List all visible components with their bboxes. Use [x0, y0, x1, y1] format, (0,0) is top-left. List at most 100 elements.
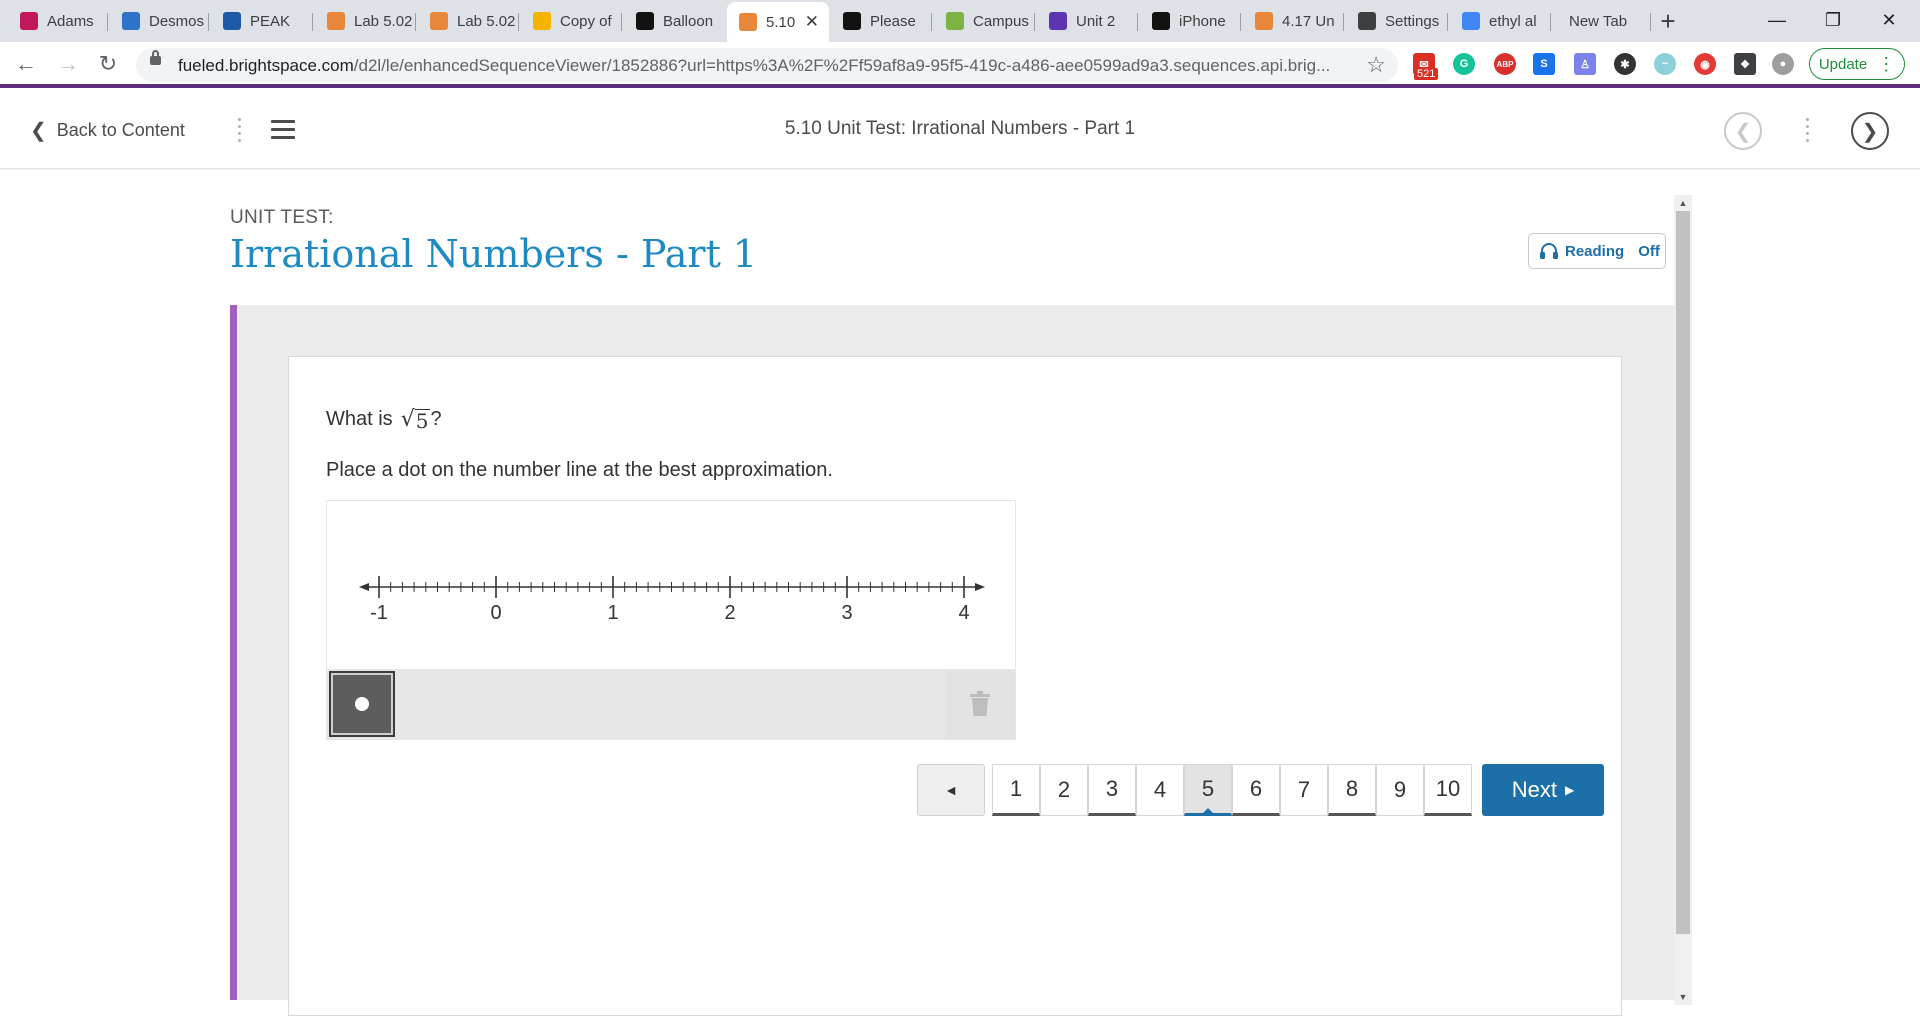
page-button[interactable]: 8	[1328, 764, 1376, 816]
divider-dots	[1804, 114, 1810, 146]
slides-icon	[533, 12, 551, 30]
page-button[interactable]: 3	[1088, 764, 1136, 816]
address-bar[interactable]: fueled.brightspace.com/d2l/le/enhancedSe…	[136, 48, 1398, 82]
tab-label: Balloon	[663, 12, 714, 30]
adblock-extension-icon[interactable]: ABP	[1494, 53, 1516, 75]
browser-tab[interactable]: Settings	[1346, 6, 1448, 36]
browser-tab[interactable]: New Tab	[1553, 6, 1651, 36]
browser-tab[interactable]: Campus	[934, 6, 1035, 36]
brainly-icon	[843, 12, 861, 30]
gear-icon	[1358, 12, 1376, 30]
question-text: What is √ 5 ?	[326, 407, 442, 432]
browser-tab[interactable]: Lab 5.02	[418, 6, 519, 36]
person-extension-icon[interactable]: ♙	[1574, 53, 1596, 75]
browser-toolbar: ← → ↻ fueled.brightspace.com/d2l/le/enha…	[0, 42, 1920, 88]
number-line-widget: -1 0 1 2 3 4	[326, 500, 1016, 740]
tab-label: Lab 5.02	[354, 12, 413, 30]
browser-tab[interactable]: Unit 2	[1037, 6, 1138, 36]
tab-separator	[931, 13, 932, 31]
color-extension-icon[interactable]: ◉	[1694, 53, 1716, 75]
page-button[interactable]: 1	[992, 764, 1040, 816]
browser-tab[interactable]: Lab 5.02	[315, 6, 416, 36]
browser-tab[interactable]: Copy of	[521, 6, 622, 36]
tab-label: Copy of	[560, 12, 612, 30]
bookmark-star-icon[interactable]: ☆	[1366, 52, 1386, 78]
phet-icon	[636, 12, 654, 30]
forward-arrow-icon[interactable]: →	[54, 50, 82, 78]
wave-extension-icon[interactable]: ~	[1654, 53, 1676, 75]
unit-label: UNIT TEST:	[230, 207, 334, 228]
tab-label: Settings	[1385, 12, 1440, 30]
page-button[interactable]: 2	[1040, 764, 1088, 816]
tab-label: Adams	[47, 12, 94, 30]
brightspace-icon	[1255, 12, 1273, 30]
bug-extension-icon[interactable]: ✱	[1614, 53, 1636, 75]
lms-navbar: ❮ Back to Content 5.10 Unit Test: Irrati…	[0, 92, 1920, 169]
tab-label: Desmos	[149, 12, 205, 30]
profile-avatar-icon[interactable]: ●	[1772, 53, 1794, 75]
list-icon	[1049, 12, 1067, 30]
tick-label: 3	[841, 602, 852, 624]
minimize-button[interactable]: —	[1754, 4, 1800, 36]
url-path: /d2l/le/enhancedSequenceViewer/1852886?u…	[353, 56, 1331, 75]
browser-tab[interactable]: ethyl al	[1450, 6, 1551, 36]
reading-toggle-button[interactable]: Reading Off	[1528, 233, 1666, 269]
new-tab-button[interactable]: +	[1654, 8, 1682, 36]
previous-page-button[interactable]: ◄	[917, 764, 985, 816]
tab-separator	[1650, 13, 1651, 31]
s-extension-icon[interactable]: S	[1533, 53, 1555, 75]
tab-label: Please	[870, 12, 916, 30]
browser-tab[interactable]: 4.17 Un	[1243, 6, 1344, 36]
puzzle-extensions-icon[interactable]: ❖	[1734, 53, 1756, 75]
reload-icon[interactable]: ↻	[94, 50, 122, 78]
update-label: Update	[1818, 55, 1868, 73]
lms-page-title: 5.10 Unit Test: Irrational Numbers - Par…	[784, 118, 1136, 139]
trash-icon[interactable]	[945, 669, 1015, 739]
browser-tab[interactable]: iPhone	[1140, 6, 1241, 36]
page-button[interactable]: 7	[1280, 764, 1328, 816]
brightspace-icon	[430, 12, 448, 30]
headphones-icon	[1540, 243, 1558, 259]
update-button[interactable]: Update ⋮	[1809, 48, 1905, 80]
browser-tab[interactable]: 5.10 ✕	[727, 2, 829, 42]
tick-label: 2	[724, 602, 735, 624]
page-button[interactable]: 5	[1184, 764, 1232, 816]
tab-label: ethyl al	[1489, 12, 1537, 30]
campus-icon	[946, 12, 964, 30]
tick-label: 4	[958, 602, 969, 624]
scroll-up-arrow-icon[interactable]: ▲	[1676, 196, 1690, 210]
page-button[interactable]: 6	[1232, 764, 1280, 816]
previous-topic-button[interactable]: ❮	[1724, 112, 1762, 150]
url-text[interactable]: fueled.brightspace.com/d2l/le/enhancedSe…	[178, 56, 1330, 76]
page-button[interactable]: 4	[1136, 764, 1184, 816]
next-topic-button[interactable]: ❯	[1851, 112, 1889, 150]
lock-icon	[150, 50, 161, 65]
square-root-expression: √ 5	[401, 407, 431, 432]
maximize-button[interactable]: ❐	[1810, 4, 1856, 36]
close-tab-icon[interactable]: ✕	[805, 12, 819, 32]
page-button[interactable]: 10	[1424, 764, 1472, 816]
browser-tab[interactable]: Balloon	[624, 6, 725, 36]
dot-tool-button[interactable]	[329, 671, 395, 737]
browser-tab[interactable]: Adams	[8, 6, 108, 36]
fe-icon	[223, 12, 241, 30]
grammarly-extension-icon[interactable]: G	[1453, 53, 1475, 75]
tab-label: Campus	[973, 12, 1029, 30]
browser-tab[interactable]: Please	[831, 6, 932, 36]
browser-tab[interactable]: Desmos	[110, 6, 209, 36]
scroll-down-arrow-icon[interactable]: ▼	[1676, 990, 1690, 1004]
brightspace-icon	[739, 13, 757, 31]
browser-tab[interactable]: PEAK	[211, 6, 313, 36]
tick-label: -1	[370, 602, 388, 624]
next-button[interactable]: Next ▶	[1482, 764, 1604, 816]
page-button[interactable]: 9	[1376, 764, 1424, 816]
number-line[interactable]: -1 0 1 2 3 4	[327, 501, 1015, 669]
tab-separator	[1550, 13, 1551, 31]
back-arrow-icon[interactable]: ←	[12, 50, 40, 78]
accent-bar	[230, 305, 237, 1000]
close-window-button[interactable]: ✕	[1866, 4, 1912, 36]
dot-icon	[355, 697, 369, 711]
tool-bar	[327, 669, 1015, 739]
scrollbar-thumb[interactable]	[1676, 211, 1690, 934]
tick-label: 1	[607, 602, 618, 624]
